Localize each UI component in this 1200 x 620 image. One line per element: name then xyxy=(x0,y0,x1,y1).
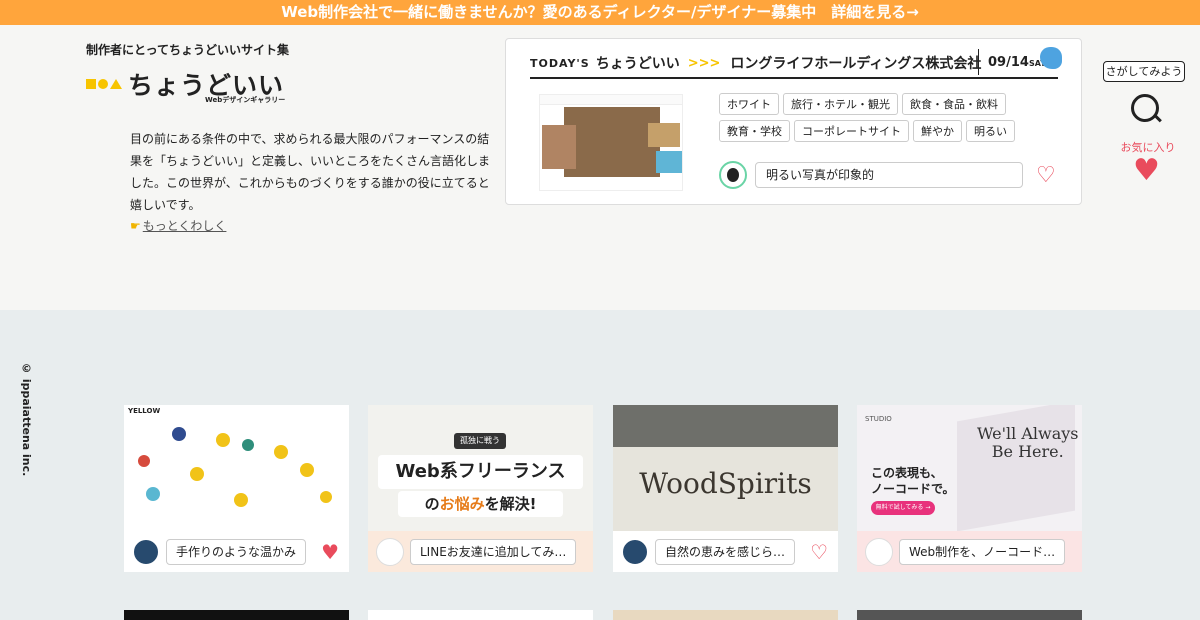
todays-comment: 明るい写真が印象的 xyxy=(719,161,1023,189)
tag-chip[interactable]: 飲食・食品・飲料 xyxy=(902,93,1006,115)
tag-chip[interactable]: 教育・学校 xyxy=(719,120,790,142)
search-icon[interactable] xyxy=(1131,94,1159,122)
screenshot-photo xyxy=(648,123,680,147)
todays-site-name[interactable]: ロングライフホールディングス株式会社 xyxy=(730,53,981,73)
gallery-card[interactable]: 孤独に戦う Web系フリーランス のお悩みを解決! LINEお友達に追加してみ… xyxy=(368,405,593,572)
thumb-subheadline: のお悩みを解決! xyxy=(398,491,563,517)
thumb-shape xyxy=(234,493,248,507)
more-link[interactable]: もっとくわしく xyxy=(143,219,227,233)
screenshot-navbar xyxy=(540,95,682,105)
todays-label-jp: ちょうどいい xyxy=(595,56,680,72)
arrows-icon: >>> xyxy=(687,55,721,71)
favorite-heart-outline-icon[interactable]: ♡ xyxy=(810,540,828,564)
todays-pick-header: TODAY'S ちょうどいい >>> ロングライフホールディングス株式会社 09… xyxy=(530,47,1062,79)
card-thumbnail[interactable]: 孤独に戦う Web系フリーランス のお悩みを解決! xyxy=(368,405,593,531)
commenter-avatar xyxy=(621,537,649,566)
search-label[interactable]: さがしてみよう xyxy=(1103,61,1185,82)
card-comment: LINEお友達に追加してみ… xyxy=(410,538,577,565)
thumb-brand: STUDIO xyxy=(865,415,892,423)
site-intro: 目の前にある条件の中で、求められる最大限のパフォーマンスの結果を「ちょうどいい」… xyxy=(130,132,491,212)
thumb-cta: 無料で試してみる → xyxy=(871,501,935,515)
todays-date: 09/14SAT xyxy=(988,55,1046,70)
thumb-shape xyxy=(320,491,332,503)
card-comment: 手作りのような温かみ xyxy=(166,538,307,565)
tag-chip[interactable]: ホワイト xyxy=(719,93,779,115)
thumb-shape xyxy=(216,433,230,447)
logo-subtitle: Webデザインギャラリー xyxy=(205,96,286,104)
copyright-credit: © ippaiattena inc. xyxy=(20,362,33,477)
screenshot-photo xyxy=(564,107,660,177)
favorites-heart-icon[interactable]: ♥ xyxy=(1133,153,1160,188)
gallery-card[interactable]: YELLOW 手作りのような温かみ ♥ xyxy=(124,405,349,572)
card-footer: LINEお友達に追加してみ… xyxy=(368,531,593,572)
card-thumbnail[interactable]: WoodSpirits xyxy=(613,405,838,531)
commenter-avatar xyxy=(132,537,160,566)
thumb-shape xyxy=(146,487,160,501)
thumb-big-copy: We'll Always Be Here. xyxy=(977,424,1079,461)
gallery-card-next[interactable] xyxy=(368,610,593,620)
tag-chip[interactable]: 鮮やか xyxy=(913,120,962,142)
favorite-heart-outline-icon[interactable]: ♡ xyxy=(1036,163,1056,188)
more-link-wrap: ☛ もっとくわしく xyxy=(130,217,226,234)
gallery-card[interactable]: We'll Always Be Here. STUDIO この表現も、 ノーコードで… xyxy=(857,405,1082,572)
thumb-headline: Web系フリーランス xyxy=(378,455,583,489)
tag-chip[interactable]: 旅行・ホテル・観光 xyxy=(783,93,898,115)
gallery-card-next[interactable] xyxy=(124,610,349,620)
recruit-banner[interactable]: Web制作会社で一緒に働きませんか？愛のあるディレクター/デザイナー募集中 詳細… xyxy=(0,0,1200,25)
screenshot-photo xyxy=(542,125,576,169)
commenter-avatar xyxy=(865,537,893,566)
gallery-card-next[interactable] xyxy=(613,610,838,620)
thumb-badge: 孤独に戦う xyxy=(454,433,506,449)
commenter-avatar xyxy=(376,537,404,566)
logo-square-icon xyxy=(86,79,96,89)
logo-circle-icon xyxy=(98,79,108,89)
tag-chip[interactable]: 明るい xyxy=(966,120,1015,142)
thumb-shape xyxy=(300,463,314,477)
thumb-logo: WoodSpirits xyxy=(639,467,812,500)
todays-site-screenshot[interactable] xyxy=(539,94,683,191)
card-comment: Web制作を、ノーコード… xyxy=(899,538,1066,565)
thumb-shape xyxy=(274,445,288,459)
logo-triangle-icon xyxy=(110,79,122,89)
dolphin-mascot-icon xyxy=(1040,47,1062,69)
commenter-avatar xyxy=(719,161,747,189)
gallery-card-next[interactable] xyxy=(857,610,1082,620)
thumb-shape xyxy=(242,439,254,451)
favorite-heart-filled-icon[interactable]: ♥ xyxy=(321,540,339,564)
gallery-card[interactable]: WoodSpirits 自然の恵みを感じら… ♡ xyxy=(613,405,838,572)
pointing-hand-icon: ☛ xyxy=(130,219,141,233)
card-footer: 手作りのような温かみ ♥ xyxy=(124,531,349,572)
thumb-shape xyxy=(190,467,204,481)
header-divider xyxy=(978,49,979,75)
thumb-shape xyxy=(172,427,186,441)
todays-pick-card[interactable]: TODAY'S ちょうどいい >>> ロングライフホールディングス株式会社 09… xyxy=(505,38,1082,205)
tag-chip[interactable]: コーポレートサイト xyxy=(794,120,909,142)
thumb-phrase: この表現も、 ノーコードで。 xyxy=(871,466,955,496)
card-comment: 自然の恵みを感じら… xyxy=(655,538,796,565)
card-footer: Web制作を、ノーコード… xyxy=(857,531,1082,572)
comment-bubble: 明るい写真が印象的 xyxy=(755,162,1023,188)
thumb-shape xyxy=(138,455,150,467)
todays-tag-list: ホワイト 旅行・ホテル・観光 飲食・食品・飲料 教育・学校 コーポレートサイト … xyxy=(719,93,1059,142)
thumb-logo: YELLOW xyxy=(128,407,161,415)
todays-label: TODAY'S xyxy=(530,56,590,70)
card-thumbnail[interactable]: We'll Always Be Here. STUDIO この表現も、 ノーコードで… xyxy=(857,405,1082,531)
card-footer: 自然の恵みを感じら… ♡ xyxy=(613,531,838,572)
card-thumbnail[interactable]: YELLOW xyxy=(124,405,349,531)
gallery-section: YELLOW 手作りのような温かみ ♥ 孤独に戦う Web系フリーランス のお悩… xyxy=(0,310,1200,620)
site-tagline: 制作者にとってちょうどいいサイト集 xyxy=(86,43,290,57)
thumb-forest-photo xyxy=(613,405,838,447)
screenshot-photo xyxy=(656,151,682,173)
